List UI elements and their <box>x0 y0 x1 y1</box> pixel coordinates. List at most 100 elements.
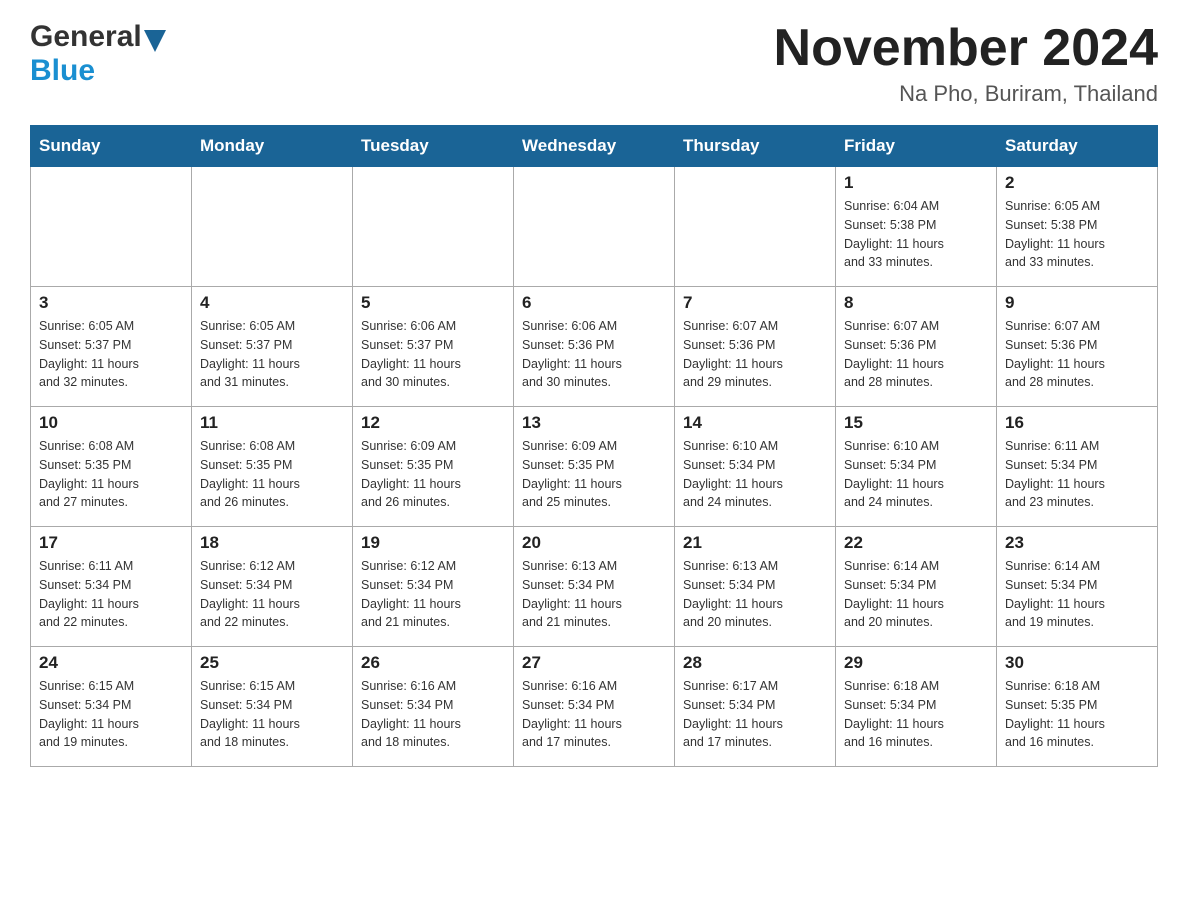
table-row: 30Sunrise: 6:18 AMSunset: 5:35 PMDayligh… <box>997 647 1158 767</box>
logo-general-text: General <box>30 20 142 54</box>
day-number: 4 <box>200 293 344 313</box>
table-row: 4 Sunrise: 6:05 AMSunset: 5:37 PMDaylight… <box>192 287 353 407</box>
day-info: Sunrise: 6:07 AMSunset: 5:36 PMDaylight:… <box>1005 317 1149 392</box>
table-row <box>353 167 514 287</box>
day-info: Sunrise: 6:10 AMSunset: 5:34 PMDaylight:… <box>683 437 827 512</box>
table-row: 28 Sunrise: 6:17 AMSunset: 5:34 PMDayligh… <box>675 647 836 767</box>
calendar-header-row: Sunday Monday Tuesday Wednesday Thursday… <box>31 126 1158 167</box>
logo-triangle-icon <box>144 30 166 52</box>
col-sunday: Sunday <box>31 126 192 167</box>
table-row: 2 Sunrise: 6:05 AMSunset: 5:38 PMDaylight… <box>997 167 1158 287</box>
day-info: Sunrise: 6:18 AMSunset: 5:34 PMDaylight:… <box>844 677 988 752</box>
day-number: 25 <box>200 653 344 673</box>
table-row: 7 Sunrise: 6:07 AMSunset: 5:36 PMDaylight… <box>675 287 836 407</box>
day-number: 20 <box>522 533 666 553</box>
day-number: 24 <box>39 653 183 673</box>
table-row <box>31 167 192 287</box>
month-year-title: November 2024 <box>774 20 1158 77</box>
table-row: 26Sunrise: 6:16 AMSunset: 5:34 PMDayligh… <box>353 647 514 767</box>
table-row: 22 Sunrise: 6:14 AMSunset: 5:34 PMDayligh… <box>836 527 997 647</box>
table-row: 6Sunrise: 6:06 AMSunset: 5:36 PMDaylight… <box>514 287 675 407</box>
day-info: Sunrise: 6:10 AMSunset: 5:34 PMDaylight:… <box>844 437 988 512</box>
day-info: Sunrise: 6:14 AMSunset: 5:34 PMDaylight:… <box>1005 557 1149 632</box>
table-row: 18 Sunrise: 6:12 AMSunset: 5:34 PMDayligh… <box>192 527 353 647</box>
day-info: Sunrise: 6:05 AMSunset: 5:37 PMDaylight:… <box>200 317 344 392</box>
day-number: 15 <box>844 413 988 433</box>
col-saturday: Saturday <box>997 126 1158 167</box>
table-row: 9 Sunrise: 6:07 AMSunset: 5:36 PMDaylight… <box>997 287 1158 407</box>
day-number: 22 <box>844 533 988 553</box>
day-info: Sunrise: 6:15 AMSunset: 5:34 PMDaylight:… <box>200 677 344 752</box>
day-number: 19 <box>361 533 505 553</box>
logo: General Blue <box>30 20 166 88</box>
table-row: 5Sunrise: 6:06 AMSunset: 5:37 PMDaylight… <box>353 287 514 407</box>
day-number: 7 <box>683 293 827 313</box>
day-number: 3 <box>39 293 183 313</box>
day-info: Sunrise: 6:13 AMSunset: 5:34 PMDaylight:… <box>522 557 666 632</box>
col-friday: Friday <box>836 126 997 167</box>
day-info: Sunrise: 6:15 AMSunset: 5:34 PMDaylight:… <box>39 677 183 752</box>
table-row: 10 Sunrise: 6:08 AMSunset: 5:35 PMDayligh… <box>31 407 192 527</box>
day-number: 9 <box>1005 293 1149 313</box>
day-number: 30 <box>1005 653 1149 673</box>
table-row: 11 Sunrise: 6:08 AMSunset: 5:35 PMDayligh… <box>192 407 353 527</box>
day-number: 5 <box>361 293 505 313</box>
day-info: Sunrise: 6:05 AMSunset: 5:37 PMDaylight:… <box>39 317 183 392</box>
table-row: 16Sunrise: 6:11 AMSunset: 5:34 PMDayligh… <box>997 407 1158 527</box>
day-info: Sunrise: 6:05 AMSunset: 5:38 PMDaylight:… <box>1005 197 1149 272</box>
table-row: 24 Sunrise: 6:15 AMSunset: 5:34 PMDayligh… <box>31 647 192 767</box>
day-number: 27 <box>522 653 666 673</box>
table-row: 29 Sunrise: 6:18 AMSunset: 5:34 PMDayligh… <box>836 647 997 767</box>
table-row: 23 Sunrise: 6:14 AMSunset: 5:34 PMDayligh… <box>997 527 1158 647</box>
calendar-week-row: 17 Sunrise: 6:11 AMSunset: 5:34 PMDayligh… <box>31 527 1158 647</box>
logo-blue-text: Blue <box>30 54 95 87</box>
table-row <box>192 167 353 287</box>
location-subtitle: Na Pho, Buriram, Thailand <box>774 81 1158 107</box>
day-info: Sunrise: 6:17 AMSunset: 5:34 PMDaylight:… <box>683 677 827 752</box>
calendar-week-row: 1 Sunrise: 6:04 AMSunset: 5:38 PMDaylight… <box>31 167 1158 287</box>
table-row: 19Sunrise: 6:12 AMSunset: 5:34 PMDayligh… <box>353 527 514 647</box>
calendar-week-row: 24 Sunrise: 6:15 AMSunset: 5:34 PMDayligh… <box>31 647 1158 767</box>
calendar-table: Sunday Monday Tuesday Wednesday Thursday… <box>30 125 1158 767</box>
table-row: 3 Sunrise: 6:05 AMSunset: 5:37 PMDaylight… <box>31 287 192 407</box>
day-info: Sunrise: 6:11 AMSunset: 5:34 PMDaylight:… <box>39 557 183 632</box>
day-number: 1 <box>844 173 988 193</box>
day-number: 14 <box>683 413 827 433</box>
table-row: 12Sunrise: 6:09 AMSunset: 5:35 PMDayligh… <box>353 407 514 527</box>
day-info: Sunrise: 6:07 AMSunset: 5:36 PMDaylight:… <box>844 317 988 392</box>
day-info: Sunrise: 6:14 AMSunset: 5:34 PMDaylight:… <box>844 557 988 632</box>
day-info: Sunrise: 6:09 AMSunset: 5:35 PMDaylight:… <box>522 437 666 512</box>
col-wednesday: Wednesday <box>514 126 675 167</box>
table-row: 15 Sunrise: 6:10 AMSunset: 5:34 PMDayligh… <box>836 407 997 527</box>
table-row: 17 Sunrise: 6:11 AMSunset: 5:34 PMDayligh… <box>31 527 192 647</box>
day-number: 29 <box>844 653 988 673</box>
title-block: November 2024 Na Pho, Buriram, Thailand <box>774 20 1158 107</box>
day-info: Sunrise: 6:06 AMSunset: 5:36 PMDaylight:… <box>522 317 666 392</box>
day-number: 28 <box>683 653 827 673</box>
day-info: Sunrise: 6:08 AMSunset: 5:35 PMDaylight:… <box>200 437 344 512</box>
day-number: 12 <box>361 413 505 433</box>
day-info: Sunrise: 6:08 AMSunset: 5:35 PMDaylight:… <box>39 437 183 512</box>
day-number: 17 <box>39 533 183 553</box>
table-row: 8 Sunrise: 6:07 AMSunset: 5:36 PMDaylight… <box>836 287 997 407</box>
day-info: Sunrise: 6:12 AMSunset: 5:34 PMDaylight:… <box>200 557 344 632</box>
table-row: 20 Sunrise: 6:13 AMSunset: 5:34 PMDayligh… <box>514 527 675 647</box>
table-row: 21Sunrise: 6:13 AMSunset: 5:34 PMDayligh… <box>675 527 836 647</box>
table-row: 13 Sunrise: 6:09 AMSunset: 5:35 PMDayligh… <box>514 407 675 527</box>
day-number: 16 <box>1005 413 1149 433</box>
table-row: 27 Sunrise: 6:16 AMSunset: 5:34 PMDayligh… <box>514 647 675 767</box>
day-number: 11 <box>200 413 344 433</box>
day-info: Sunrise: 6:16 AMSunset: 5:34 PMDaylight:… <box>361 677 505 752</box>
day-number: 8 <box>844 293 988 313</box>
day-number: 2 <box>1005 173 1149 193</box>
day-info: Sunrise: 6:13 AMSunset: 5:34 PMDaylight:… <box>683 557 827 632</box>
day-number: 18 <box>200 533 344 553</box>
day-info: Sunrise: 6:07 AMSunset: 5:36 PMDaylight:… <box>683 317 827 392</box>
col-thursday: Thursday <box>675 126 836 167</box>
day-number: 23 <box>1005 533 1149 553</box>
day-number: 10 <box>39 413 183 433</box>
day-info: Sunrise: 6:16 AMSunset: 5:34 PMDaylight:… <box>522 677 666 752</box>
day-info: Sunrise: 6:04 AMSunset: 5:38 PMDaylight:… <box>844 197 988 272</box>
day-number: 13 <box>522 413 666 433</box>
table-row: 1 Sunrise: 6:04 AMSunset: 5:38 PMDaylight… <box>836 167 997 287</box>
